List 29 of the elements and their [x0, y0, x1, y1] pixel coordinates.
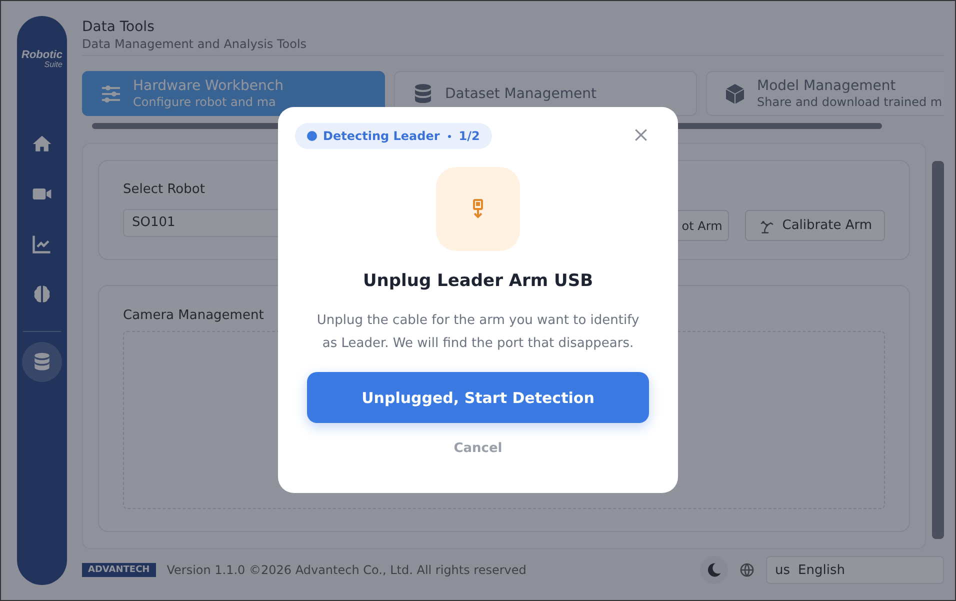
- brand-logo: ADVANTECH: [82, 563, 156, 577]
- version-text: Version 1.1.0 ©2026 Advantech Co., Ltd. All rights reserved: [166, 563, 526, 577]
- action-button[interactable]: Calibrate Arm: [745, 210, 885, 241]
- language-select[interactable]: us English: [766, 556, 944, 584]
- field-label: Select Robot: [123, 182, 206, 197]
- cancel-button[interactable]: Cancel: [446, 437, 510, 460]
- page-subtitle: Data Management and Analysis Tools: [82, 37, 308, 51]
- usb-unplug-icon: [436, 167, 520, 251]
- theme-toggle[interactable]: [700, 556, 728, 584]
- scrollbar-thumb[interactable]: [932, 161, 944, 539]
- tab-subtitle: Configure robot and ma: [133, 95, 277, 109]
- globe-icon: [739, 562, 755, 578]
- logo-text: Robotic: [22, 50, 62, 61]
- tab[interactable]: Hardware Workbench Configure robot and ma: [82, 71, 385, 116]
- tab-title: Dataset Management: [445, 86, 596, 102]
- dialog-title: Unplug Leader Arm USB: [362, 271, 594, 291]
- line-chart-icon: [31, 233, 53, 255]
- tab-title: Model Management: [757, 78, 897, 94]
- cube-icon: [723, 82, 747, 106]
- dialog-message: Unplug the cable for the arm you want to identify as Leader. We will find the port that disappears.: [316, 312, 640, 353]
- tab-subtitle: Share and download trained m: [757, 95, 942, 109]
- moon-icon: [705, 561, 723, 579]
- start-detection-button[interactable]: Unplugged, Start Detection: [307, 372, 649, 423]
- tab[interactable]: Model Management Share and download trained m: [706, 71, 944, 116]
- section-title: Camera Management: [123, 308, 264, 323]
- status-badge: Detecting Leader 1/2: [295, 123, 492, 149]
- logo-text: Suite: [44, 61, 62, 69]
- page-title: Data Tools: [82, 19, 156, 35]
- tab-title: Hardware Workbench: [133, 78, 284, 94]
